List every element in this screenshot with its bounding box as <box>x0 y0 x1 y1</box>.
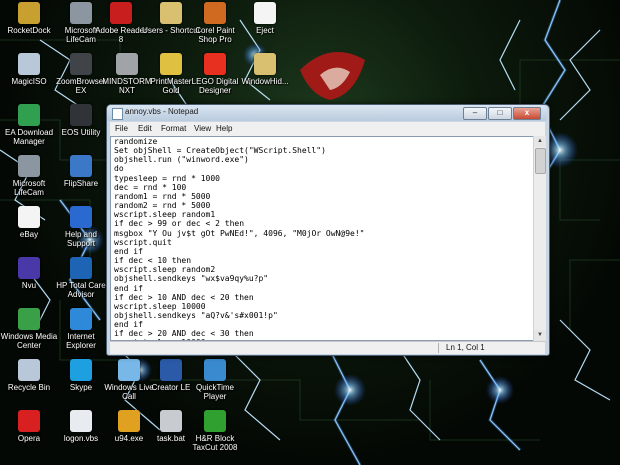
desktop-icon-label: H&R Block TaxCut 2008 <box>192 434 238 452</box>
desktop-icon[interactable]: WindowHid... <box>236 53 294 86</box>
desktop-icon[interactable]: EA Download Manager <box>0 104 58 146</box>
hrblock-icon <box>204 410 226 432</box>
disc-icon <box>18 53 40 75</box>
notepad-app-icon <box>112 108 123 120</box>
desktop-icon[interactable]: Microsoft LifeCam <box>0 155 58 197</box>
desktop-icon[interactable]: RocketDock <box>0 2 58 35</box>
script-icon <box>70 410 92 432</box>
document-icon <box>254 2 276 24</box>
desktop-icon-label: Microsoft LifeCam <box>12 179 46 197</box>
desktop-icon-label: Windows Media Center <box>0 332 58 350</box>
desktop-icon[interactable]: Recycle Bin <box>0 359 58 392</box>
lego-brick-icon <box>204 53 226 75</box>
desktop-icon-label: Eject <box>256 26 274 35</box>
desktop-icon-label: Recycle Bin <box>7 383 51 392</box>
minimize-button[interactable]: – <box>463 107 487 120</box>
desktop-icon[interactable]: Help and Support <box>52 206 110 248</box>
ea-icon <box>18 104 40 126</box>
vertical-scrollbar[interactable]: ▲ ▼ <box>533 136 546 341</box>
quicktime-icon <box>204 359 226 381</box>
desktop-icon[interactable]: QuickTime Player <box>186 359 244 401</box>
desktop-icon[interactable]: Nvu <box>0 257 58 290</box>
menu-view[interactable]: View <box>194 124 211 133</box>
recycle-bin-icon <box>18 359 40 381</box>
desktop-icon-label: FlipShare <box>63 179 99 188</box>
desktop-icon-label: MagicISO <box>11 77 47 86</box>
windows-live-icon <box>118 359 140 381</box>
lego-icon <box>116 53 138 75</box>
corel-icon <box>204 2 226 24</box>
desktop-icon[interactable]: Opera <box>0 410 58 443</box>
menu-file[interactable]: File <box>115 124 128 133</box>
flipshare-icon <box>70 155 92 177</box>
batch-icon <box>160 410 182 432</box>
maximize-button[interactable]: □ <box>488 107 512 120</box>
nvu-icon <box>18 257 40 279</box>
cursor-position: Ln 1, Col 1 <box>446 343 485 352</box>
scroll-up-arrow-icon[interactable]: ▲ <box>534 136 546 147</box>
desktop-icon-label: HP Total Care Advisor <box>56 281 106 299</box>
menu-bar: File Edit Format View Help <box>110 122 545 136</box>
desktop-icon[interactable]: eBay <box>0 206 58 239</box>
menu-format[interactable]: Format <box>161 124 186 133</box>
desktop-icon[interactable]: HP Total Care Advisor <box>52 257 110 299</box>
notepad-window[interactable]: annoy.vbs - Notepad – □ x File Edit Form… <box>106 104 550 356</box>
text-editor[interactable]: randomize Set objShell = CreateObject("W… <box>110 136 534 341</box>
hp-icon <box>70 257 92 279</box>
adobe-reader-icon <box>110 2 132 24</box>
status-divider <box>438 343 439 353</box>
ebay-icon <box>18 206 40 228</box>
desktop-icon[interactable]: MagicISO <box>0 53 58 86</box>
desktop-icon-label: Help and Support <box>64 230 98 248</box>
desktop-icon-label: EA Download Manager <box>4 128 54 146</box>
desktop-icon-label: RocketDock <box>7 26 51 35</box>
help-icon <box>70 206 92 228</box>
creator-icon <box>160 359 182 381</box>
media-center-icon <box>18 308 40 330</box>
menu-help[interactable]: Help <box>216 124 232 133</box>
skype-icon <box>70 359 92 381</box>
winamp-icon <box>118 410 140 432</box>
close-button[interactable]: x <box>513 107 541 120</box>
desktop-icon-label: Nvu <box>21 281 37 290</box>
rocketdock-icon <box>18 2 40 24</box>
camera-icon <box>70 53 92 75</box>
window-title: annoy.vbs - Notepad <box>125 107 199 116</box>
desktop-icon-label: Internet Explorer <box>66 332 96 350</box>
desktop-icon[interactable]: Internet Explorer <box>52 308 110 350</box>
desktop-icon[interactable]: EOS Utility <box>52 104 110 137</box>
desktop-icon[interactable]: H&R Block TaxCut 2008 <box>186 410 244 452</box>
desktop-icon[interactable]: Windows Media Center <box>0 308 58 350</box>
scroll-down-arrow-icon[interactable]: ▼ <box>534 330 546 341</box>
opera-icon <box>18 410 40 432</box>
desktop-icon[interactable]: FlipShare <box>52 155 110 188</box>
desktop-icon[interactable]: Eject <box>236 2 294 35</box>
ie-icon <box>70 308 92 330</box>
webcam-icon <box>70 2 92 24</box>
desktop-icon-label: QuickTime Player <box>196 383 234 401</box>
camera-icon <box>70 104 92 126</box>
folder-icon <box>160 2 182 24</box>
title-bar[interactable]: annoy.vbs - Notepad – □ x <box>107 105 547 121</box>
editor-content[interactable]: randomize Set objShell = CreateObject("W… <box>111 137 533 340</box>
desktop-icon-label: eBay <box>19 230 39 239</box>
desktop-icon-label: Opera <box>17 434 41 443</box>
desktop-icon-label: EOS Utility <box>61 128 101 137</box>
menu-edit[interactable]: Edit <box>138 124 152 133</box>
webcam-icon <box>18 155 40 177</box>
desktop-icon-label: WindowHid... <box>241 77 289 86</box>
folder-icon <box>254 53 276 75</box>
scroll-thumb[interactable] <box>535 148 546 174</box>
printmaster-icon <box>160 53 182 75</box>
status-bar: Ln 1, Col 1 <box>110 341 545 354</box>
